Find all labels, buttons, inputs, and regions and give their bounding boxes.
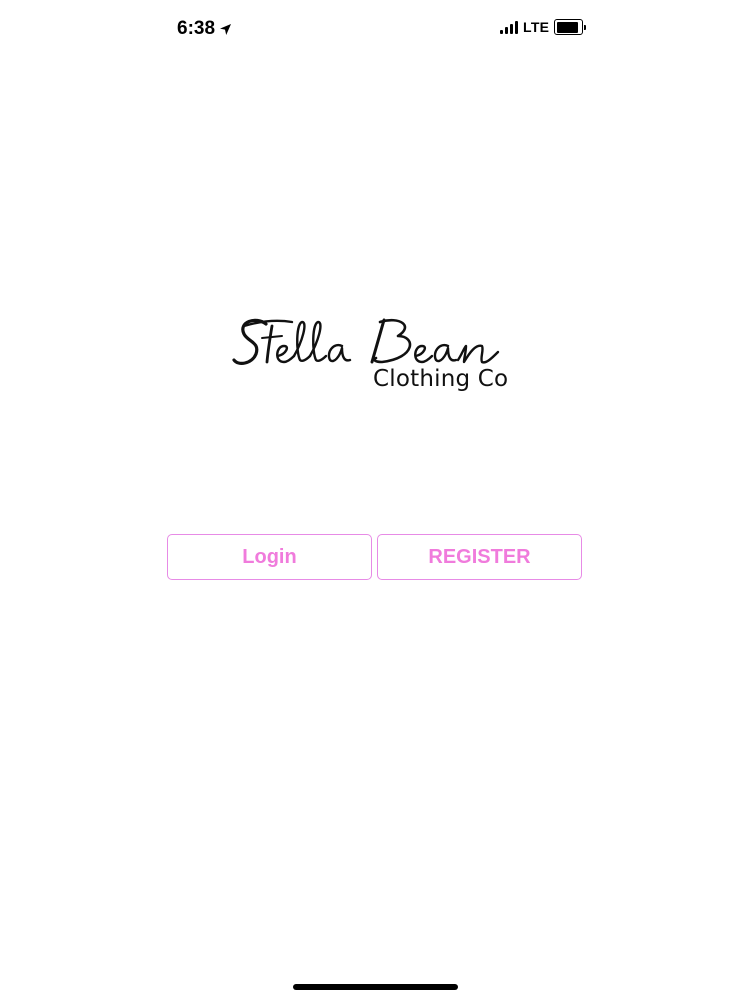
status-bar-indicators: LTE	[500, 19, 587, 35]
app-screen: 6:38 LTE Clothing Co Login REGISTER	[0, 0, 750, 1000]
logo-subtitle: Clothing Co	[373, 366, 509, 392]
login-button[interactable]: Login	[167, 534, 372, 580]
network-type-label: LTE	[523, 19, 550, 35]
battery-level-fill	[556, 21, 579, 33]
cellular-signal-icon	[500, 20, 518, 34]
battery-icon	[554, 19, 587, 35]
register-button-label: REGISTER	[428, 545, 531, 568]
register-button[interactable]: REGISTER	[377, 534, 582, 580]
location-arrow-icon	[220, 23, 232, 35]
login-button-label: Login	[242, 545, 297, 568]
status-time-text: 6:38	[177, 18, 216, 39]
home-indicator[interactable]	[293, 984, 458, 990]
status-bar-time: 6:38	[177, 18, 232, 40]
